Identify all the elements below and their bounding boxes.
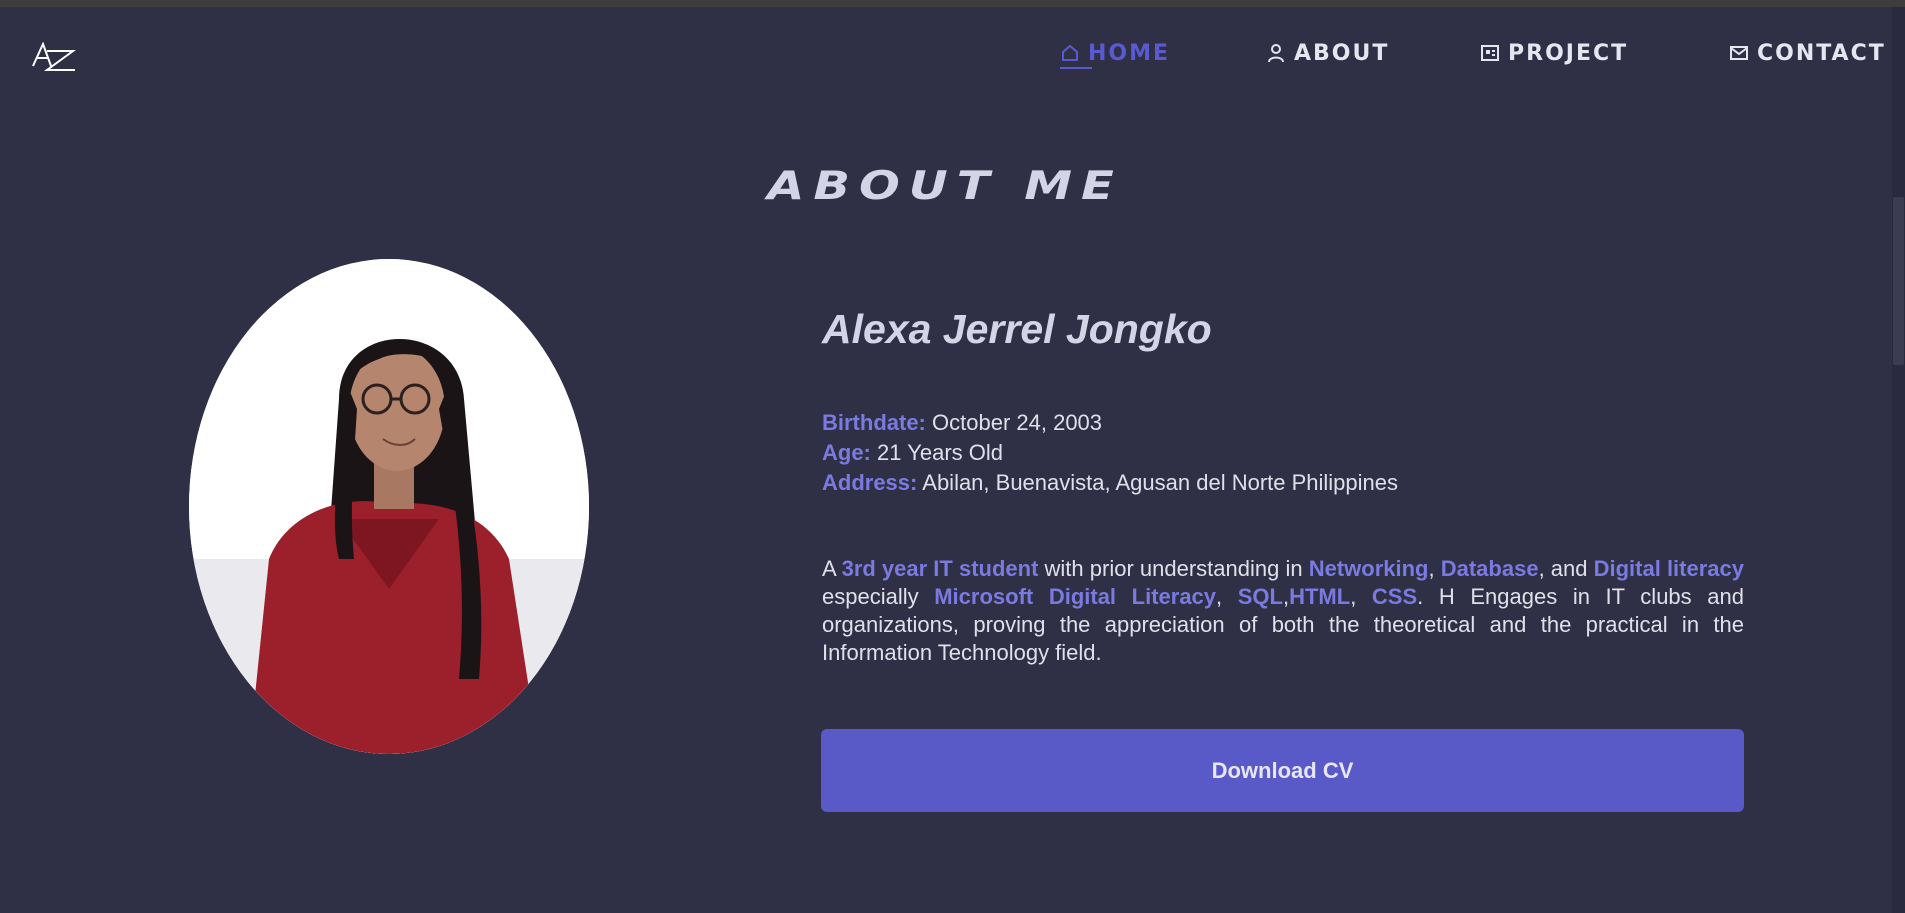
nav-home-label: HOME — [1088, 40, 1171, 66]
nav-project-label: PROJECT — [1508, 40, 1629, 66]
profile-info: Birthdate: October 24, 2003 Age: 21 Year… — [822, 408, 1398, 498]
bio-text: , — [1350, 584, 1372, 609]
bio-paragraph: A 3rd year IT student with prior underst… — [822, 555, 1744, 667]
bio-highlight: SQL — [1237, 584, 1283, 609]
bio-text: A — [822, 556, 842, 581]
bio-highlight: 3rd year IT student — [841, 556, 1039, 581]
bio-text: especially — [822, 584, 935, 609]
bio-highlight: Digital literacy — [1593, 556, 1744, 581]
scrollbar-thumb[interactable] — [1893, 197, 1904, 365]
person-photo-illustration — [189, 259, 589, 754]
active-nav-indicator — [1060, 67, 1092, 69]
profile-name: Alexa Jerrel Jongko — [822, 306, 1212, 352]
bio-highlight: CSS — [1371, 584, 1418, 609]
age-row: Age: 21 Years Old — [822, 438, 1398, 468]
nav-about-label: ABOUT — [1294, 40, 1390, 66]
nav-contact[interactable]: CONTACT — [1729, 33, 1886, 73]
main-nav: HOME ABOUT PROJECT CONTACT — [0, 33, 1905, 73]
page-scrollbar[interactable] — [1892, 7, 1905, 913]
address-label: Address: — [822, 470, 918, 495]
bio-text: , and — [1538, 556, 1594, 581]
window-top-border — [0, 0, 1905, 7]
home-icon — [1062, 44, 1078, 61]
profile-photo — [189, 259, 589, 754]
birthdate-label: Birthdate: — [822, 410, 926, 435]
nav-contact-label: CONTACT — [1757, 40, 1886, 66]
download-cv-button[interactable]: Download CV — [821, 729, 1744, 812]
address-row: Address: Abilan, Buenavista, Agusan del … — [822, 468, 1398, 498]
bio-text: , — [1216, 584, 1238, 609]
age-label: Age: — [822, 440, 871, 465]
mail-icon — [1730, 46, 1748, 60]
bio-highlight: Networking — [1308, 556, 1429, 581]
user-icon — [1268, 44, 1284, 63]
nav-about[interactable]: ABOUT — [1266, 33, 1389, 73]
bio-text: , — [1428, 556, 1441, 581]
bio-text: with prior understanding in — [1038, 556, 1309, 581]
bio-highlight: HTML — [1289, 584, 1351, 609]
bio-highlight: Microsoft Digital Literacy — [934, 584, 1217, 609]
project-icon — [1481, 45, 1499, 61]
section-title: ABOUT ME — [767, 163, 1123, 209]
birthdate-value: October 24, 2003 — [932, 410, 1103, 435]
address-value: Abilan, Buenavista, Agusan del Norte Phi… — [922, 470, 1399, 495]
birthdate-row: Birthdate: October 24, 2003 — [822, 408, 1398, 438]
nav-project[interactable]: PROJECT — [1480, 33, 1628, 73]
age-value: 21 Years Old — [877, 440, 1003, 465]
bio-highlight: Database — [1440, 556, 1539, 581]
